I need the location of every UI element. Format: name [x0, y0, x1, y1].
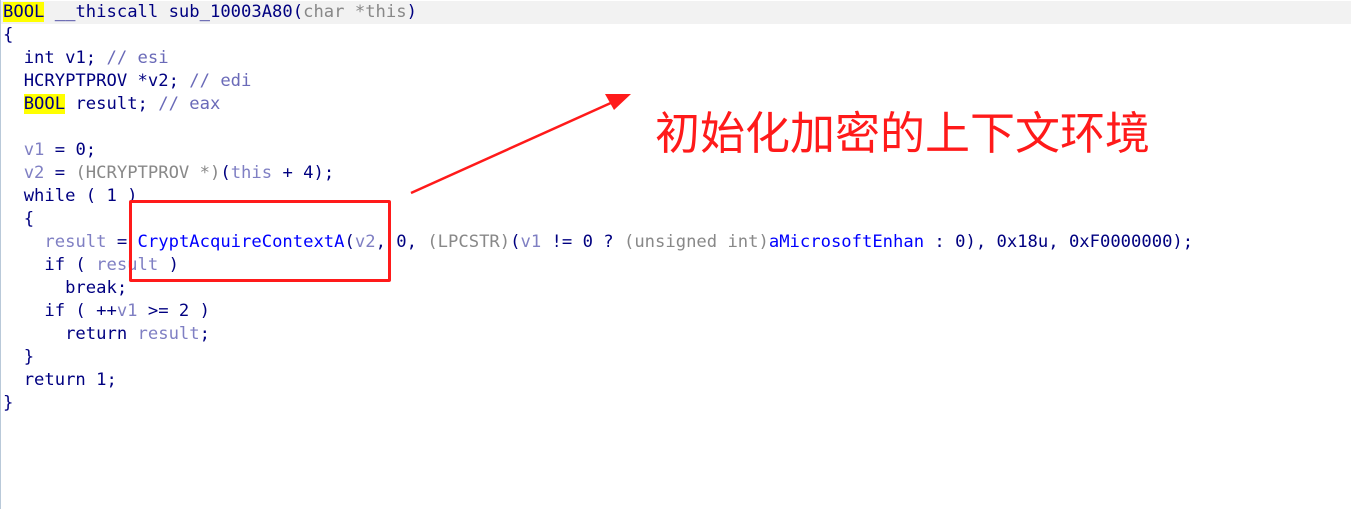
- open-brace: {: [3, 209, 35, 229]
- cast: (unsigned int): [623, 232, 769, 252]
- semicolon: ;: [199, 324, 210, 344]
- decl-type: int: [3, 48, 66, 68]
- var-result[interactable]: result: [44, 232, 106, 252]
- decl-comment: // eax: [158, 94, 221, 114]
- paren: (: [220, 163, 231, 183]
- decl-sep: ;: [168, 71, 190, 91]
- code-line-signature[interactable]: BOOL __thiscall sub_10003A80(char *this): [3, 1, 417, 24]
- var-v2[interactable]: v2: [24, 163, 45, 183]
- decl-name[interactable]: v2: [148, 71, 169, 91]
- code-line-decl-v2[interactable]: HCRYPTPROV *v2; // edi: [3, 70, 252, 93]
- close-brace: }: [3, 347, 35, 367]
- var-v1[interactable]: v1: [117, 301, 138, 321]
- code-line-inner-close: }: [3, 346, 34, 369]
- code-line-close-brace: }: [3, 392, 13, 415]
- code-line-return-1[interactable]: return 1;: [3, 369, 117, 392]
- cast: (LPCSTR): [427, 232, 511, 252]
- return-statement[interactable]: return 1;: [3, 370, 117, 390]
- decl-comment: // esi: [106, 48, 169, 68]
- open-brace: {: [3, 25, 14, 45]
- code-line-if-v1[interactable]: if ( ++v1 >= 2 ): [3, 300, 210, 323]
- code-line-inner-open: {: [3, 208, 34, 231]
- break-statement[interactable]: break;: [3, 278, 127, 298]
- code-line-decl-result[interactable]: BOOL result; // eax: [3, 93, 220, 116]
- cast: (HCRYPTPROV *): [75, 163, 221, 183]
- paren: (: [510, 232, 521, 252]
- code-line-assign-v2[interactable]: v2 = (HCRYPTPROV *)(this + 4);: [3, 162, 334, 185]
- pseudocode-view: BOOL __thiscall sub_10003A80(char *this)…: [0, 0, 1351, 509]
- function-signature[interactable]: __thiscall sub_10003A80(: [44, 2, 303, 22]
- args: != 0 ?: [541, 232, 624, 252]
- assign-rest: + 4);: [272, 163, 335, 183]
- param-name[interactable]: this: [365, 2, 406, 22]
- if-keyword[interactable]: if ( ++: [3, 301, 116, 321]
- var-this[interactable]: this: [231, 163, 272, 183]
- assign-eq: =: [44, 163, 76, 183]
- annotation-highlight-box: [129, 200, 391, 282]
- annotation-label: 初始化加密的上下文环境: [655, 107, 1151, 160]
- assign-rest: = 0;: [44, 140, 97, 160]
- decl-type: HCRYPTPROV *: [3, 71, 148, 91]
- decl-name[interactable]: v1: [65, 48, 86, 68]
- code-line-while[interactable]: while ( 1 ): [3, 185, 138, 208]
- code-line-decl-v1[interactable]: int v1; // esi: [3, 47, 169, 70]
- param-type: char *: [303, 2, 366, 22]
- decl-type-highlighted[interactable]: BOOL: [23, 94, 66, 114]
- code-line-assign-v1[interactable]: v1 = 0;: [3, 139, 96, 162]
- while-statement[interactable]: while ( 1 ): [3, 186, 138, 206]
- signature-close: ): [406, 2, 417, 22]
- args: : 0), 0x18u, 0xF0000000);: [924, 232, 1194, 252]
- var-v1[interactable]: v1: [520, 232, 541, 252]
- string-ref[interactable]: aMicrosoftEnhan: [769, 232, 924, 252]
- code-line-open-brace: {: [3, 24, 13, 47]
- decl-comment: // edi: [189, 71, 252, 91]
- var-result[interactable]: result: [138, 324, 200, 344]
- close-brace: }: [3, 393, 14, 413]
- return-keyword[interactable]: return: [3, 324, 138, 344]
- if-keyword[interactable]: if (: [3, 255, 96, 275]
- condition-rest: >= 2 ): [137, 301, 210, 321]
- code-line-return-result[interactable]: return result;: [3, 323, 210, 346]
- decl-name[interactable]: result;: [65, 94, 158, 114]
- return-type[interactable]: BOOL: [3, 2, 45, 22]
- code-line-break[interactable]: break;: [3, 277, 127, 300]
- decl-sep: ;: [85, 48, 107, 68]
- var-v1[interactable]: v1: [24, 140, 45, 160]
